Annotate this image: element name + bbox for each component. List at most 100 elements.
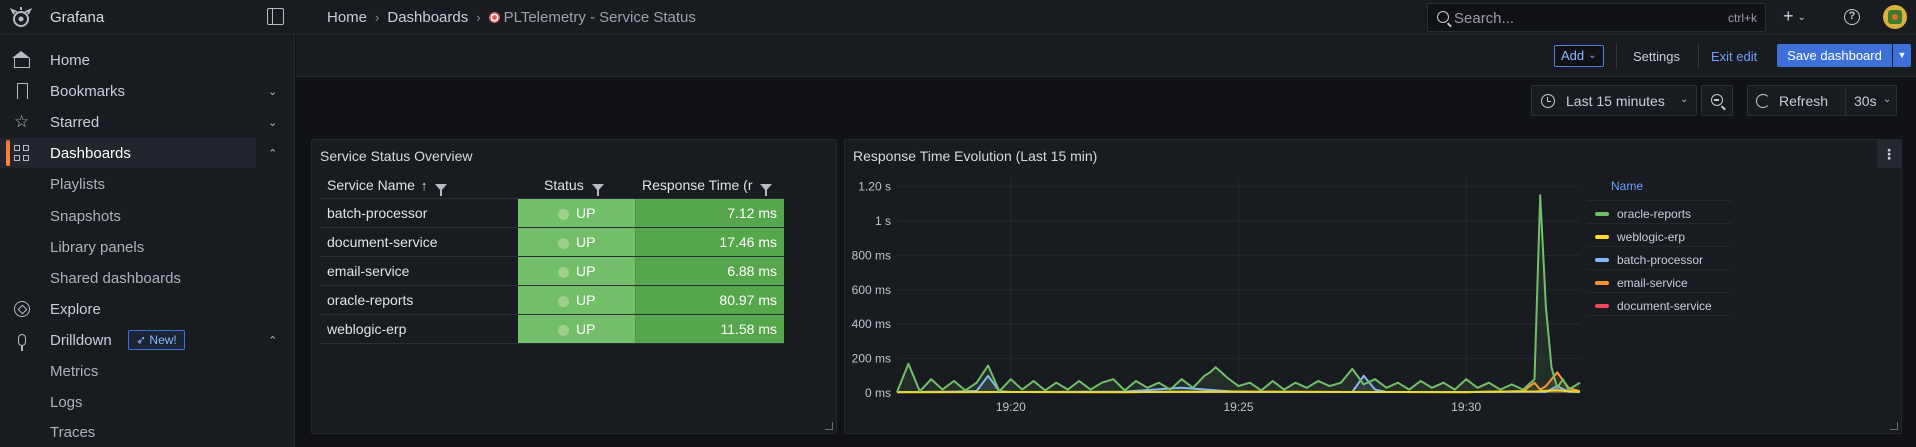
refresh-button[interactable]: Refresh bbox=[1747, 85, 1846, 116]
column-label: Status bbox=[544, 176, 584, 193]
dock-menu-icon[interactable] bbox=[267, 8, 284, 25]
sidebar-item-home[interactable]: Home bbox=[0, 45, 295, 75]
legend-swatch bbox=[1595, 281, 1609, 285]
legend-label: oracle-reports bbox=[1617, 207, 1692, 221]
filter-icon[interactable] bbox=[591, 183, 604, 196]
chevron-down-icon: ⌄ bbox=[1680, 94, 1689, 105]
sidebar-item-dashboards[interactable]: Dashboards ⌃ bbox=[0, 138, 277, 168]
legend-divider bbox=[1587, 292, 1731, 293]
sidebar-item-label: Explore bbox=[50, 300, 101, 318]
dashboard-title: PLTelemetry - Service Status bbox=[503, 9, 696, 26]
drilldown-icon bbox=[18, 334, 26, 351]
sidebar-item-label: Home bbox=[50, 51, 91, 69]
table-row[interactable]: oracle-reports UP 80.97 ms bbox=[320, 285, 784, 315]
grafana-logo-icon[interactable] bbox=[10, 7, 32, 29]
save-dashboard-button[interactable]: Save dashboard bbox=[1777, 44, 1892, 67]
legend-item[interactable]: email-service bbox=[1595, 276, 1688, 290]
legend-item[interactable]: oracle-reports bbox=[1595, 207, 1691, 221]
y-tick-label: 1.20 s bbox=[858, 180, 891, 194]
sidebar-item-label: Logs bbox=[50, 393, 83, 411]
sidebar-item-bookmarks[interactable]: Bookmarks ⌄ bbox=[0, 76, 295, 106]
response-time-chart: 0 ms 200 ms 400 ms 600 ms 800 ms 1 s 1.20 s 19:… bbox=[852, 178, 1581, 414]
home-icon bbox=[12, 51, 30, 68]
legend-label: document-service bbox=[1617, 299, 1712, 313]
add-button[interactable]: Add ⌄ bbox=[1554, 45, 1604, 67]
settings-button[interactable]: Settings bbox=[1633, 49, 1680, 64]
save-options-chevron-icon[interactable]: ▼ bbox=[1893, 44, 1911, 67]
service-status-panel[interactable]: Service Status Overview Service Name ↑ St… bbox=[311, 139, 837, 434]
sidebar: Home Bookmarks ⌄ ☆ Starred ⌄ Dashboards … bbox=[0, 35, 295, 447]
sidebar-item-logs[interactable]: Logs bbox=[0, 387, 295, 417]
legend-header[interactable]: Name bbox=[1611, 179, 1643, 193]
new-menu-button[interactable]: + ⌄ bbox=[1783, 7, 1806, 27]
sidebar-item-starred[interactable]: ☆ Starred ⌄ bbox=[0, 107, 295, 137]
sidebar-item-metrics[interactable]: Metrics bbox=[0, 356, 295, 386]
legend-divider bbox=[1587, 200, 1731, 201]
table-row[interactable]: batch-processor UP 7.12 ms bbox=[320, 198, 784, 228]
y-tick-label: 800 ms bbox=[852, 248, 891, 262]
sidebar-item-shared-dashboards[interactable]: Shared dashboards bbox=[0, 263, 295, 293]
chevron-down-icon: ⌄ bbox=[1588, 50, 1597, 61]
sidebar-item-traces[interactable]: Traces bbox=[0, 417, 295, 447]
sidebar-item-explore[interactable]: Explore bbox=[0, 294, 295, 324]
compass-icon bbox=[14, 301, 30, 317]
refresh-interval-picker[interactable]: 30s ⌄ bbox=[1845, 85, 1897, 116]
search-box[interactable]: ctrl+k bbox=[1427, 3, 1766, 32]
sidebar-item-snapshots[interactable]: Snapshots bbox=[0, 201, 295, 231]
sidebar-item-label: Starred bbox=[50, 113, 100, 131]
chevron-down-icon[interactable]: ⌄ bbox=[268, 85, 277, 98]
x-tick-label: 19:20 bbox=[996, 400, 1026, 414]
table-row[interactable]: email-service UP 6.88 ms bbox=[320, 256, 784, 286]
table-header-row: Service Name ↑ Status Response Time (r bbox=[320, 172, 784, 199]
status-dot-icon bbox=[558, 295, 569, 307]
legend-divider bbox=[1587, 223, 1731, 224]
top-bar: Grafana Home › Dashboards › PLTelemetry … bbox=[0, 0, 1916, 35]
filter-icon[interactable] bbox=[760, 183, 773, 196]
sidebar-item-label: Metrics bbox=[50, 362, 99, 380]
legend-item[interactable]: weblogic-erp bbox=[1595, 230, 1685, 244]
table-row[interactable]: document-service UP 17.46 ms bbox=[320, 227, 784, 257]
status-dot-icon bbox=[558, 237, 569, 249]
response-time-panel[interactable]: Response Time Evolution (Last 15 min) ⋮ … bbox=[844, 139, 1902, 434]
sidebar-item-library-panels[interactable]: Library panels bbox=[0, 232, 295, 262]
resize-handle[interactable] bbox=[825, 422, 833, 430]
response-time-cell: 7.12 ms bbox=[635, 198, 784, 228]
resize-handle[interactable] bbox=[1890, 422, 1898, 430]
sidebar-item-playlists[interactable]: Playlists bbox=[0, 169, 295, 199]
breadcrumb-dashboards[interactable]: Dashboards bbox=[387, 9, 468, 26]
breadcrumb-home[interactable]: Home bbox=[327, 9, 367, 26]
refresh-icon bbox=[1756, 94, 1770, 108]
chart-legend: Name oracle-reports weblogic-erp batch-p… bbox=[1587, 170, 1731, 316]
status-dot-icon bbox=[558, 208, 569, 220]
legend-item[interactable]: document-service bbox=[1595, 299, 1712, 313]
column-header-response-time[interactable]: Response Time (r bbox=[635, 172, 784, 199]
legend-label: weblogic-erp bbox=[1617, 230, 1686, 244]
chevron-up-icon[interactable]: ⌃ bbox=[268, 147, 277, 160]
y-tick-label: 600 ms bbox=[852, 283, 891, 297]
column-header-status[interactable]: Status bbox=[518, 172, 635, 199]
time-range-picker[interactable]: Last 15 minutes ⌄ bbox=[1531, 85, 1697, 116]
sidebar-item-label: Traces bbox=[50, 423, 96, 441]
column-header-service-name[interactable]: Service Name ↑ bbox=[320, 172, 518, 199]
new-badge: ➶ New! bbox=[128, 330, 185, 350]
user-avatar[interactable] bbox=[1883, 5, 1907, 29]
sidebar-item-label: Dashboards bbox=[50, 144, 131, 162]
breadcrumb-separator-icon: › bbox=[375, 10, 380, 25]
sort-ascending-icon[interactable]: ↑ bbox=[421, 178, 428, 193]
filter-icon[interactable] bbox=[435, 183, 448, 196]
x-tick-label: 19:30 bbox=[1451, 400, 1481, 414]
exit-edit-button[interactable]: Exit edit bbox=[1711, 49, 1757, 64]
chevron-up-icon[interactable]: ⌃ bbox=[268, 334, 277, 347]
zoom-out-button[interactable] bbox=[1701, 85, 1733, 116]
search-input[interactable] bbox=[1454, 8, 1694, 28]
table-row[interactable]: weblogic-erp UP 11.58 ms bbox=[320, 314, 784, 344]
chevron-down-icon[interactable]: ⌄ bbox=[268, 116, 277, 129]
sidebar-item-drilldown[interactable]: Drilldown ➶ New! ⌃ bbox=[0, 325, 295, 355]
grid-icon bbox=[14, 145, 30, 161]
legend-item[interactable]: batch-processor bbox=[1595, 253, 1703, 267]
zoom-out-icon bbox=[1711, 94, 1723, 106]
service-name-cell: oracle-reports bbox=[320, 285, 518, 315]
help-icon[interactable]: ? bbox=[1844, 9, 1860, 25]
sidebar-item-label: Shared dashboards bbox=[50, 269, 181, 287]
service-name-cell: email-service bbox=[320, 256, 518, 286]
